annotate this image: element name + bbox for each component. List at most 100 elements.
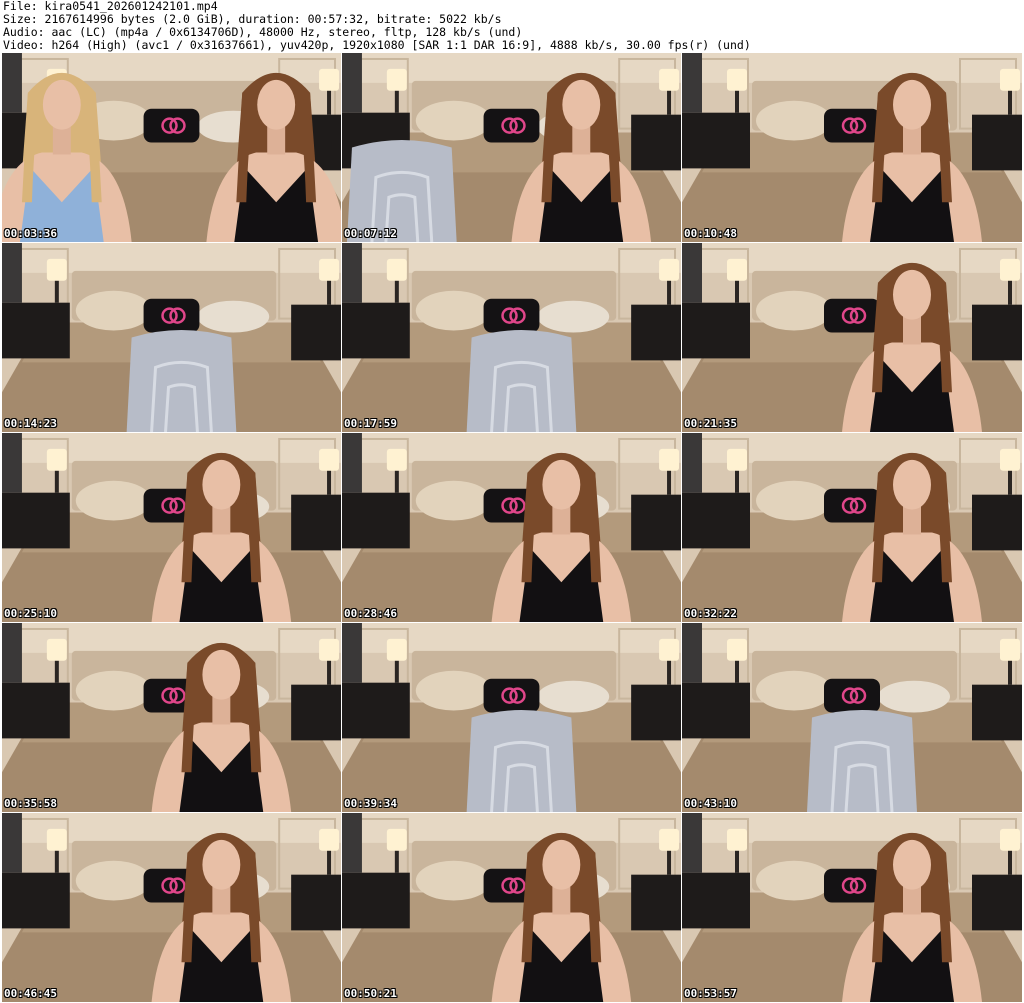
thumbnail-timestamp: 00:46:45 — [4, 987, 57, 1000]
lamp-left — [46, 828, 67, 851]
nightstand-left — [2, 302, 70, 359]
thumbnail-image — [2, 53, 341, 242]
lamp-right-stand — [1008, 280, 1012, 305]
thumbnail-frame[interactable]: 00:03:36 — [2, 53, 341, 242]
lamp-right-stand — [327, 470, 332, 495]
side-shelf — [342, 53, 362, 113]
nightstand-left — [2, 682, 70, 739]
side-shelf — [2, 53, 22, 113]
nightstand-left — [682, 302, 750, 359]
lamp-right — [319, 68, 340, 91]
lamp-right — [659, 258, 680, 281]
thumbnail-frame[interactable]: 00:35:58 — [2, 623, 341, 812]
side-shelf — [342, 433, 362, 493]
thumbnail-image — [342, 433, 681, 622]
thumbnail-image — [682, 243, 1022, 432]
file-size-line: Size: 2167614996 bytes (2.0 GiB), durati… — [3, 13, 502, 26]
thumbnail-frame[interactable]: 00:28:46 — [342, 433, 681, 622]
nightstand-left — [342, 302, 410, 359]
thumbnail-frame[interactable]: 00:50:21 — [342, 813, 681, 1002]
lamp-left — [46, 258, 67, 281]
thumbnail-frame[interactable]: 00:14:23 — [2, 243, 341, 432]
lamp-left — [727, 638, 747, 661]
thumbnail-timestamp: 00:17:59 — [344, 417, 397, 430]
person-blonde-face — [42, 79, 81, 130]
thumbnail-timestamp: 00:07:12 — [344, 227, 397, 240]
thumbnail-image — [2, 433, 341, 622]
pillow-left — [756, 100, 832, 141]
person-face — [562, 79, 601, 130]
lamp-left-stand — [394, 660, 399, 683]
nightstand-left — [342, 492, 410, 549]
thumbnail-frame[interactable]: 00:21:35 — [682, 243, 1022, 432]
person-face — [542, 839, 581, 890]
lamp-right-stand — [667, 850, 672, 875]
lamp-right — [319, 448, 340, 471]
lamp-right — [319, 638, 340, 661]
thumbnail-frame[interactable]: 00:53:57 — [682, 813, 1022, 1002]
thumbnail-image — [2, 243, 341, 432]
person-face — [542, 459, 581, 510]
pillow-left — [415, 480, 492, 521]
nightstand-right — [972, 304, 1022, 361]
pillow-left — [75, 480, 152, 521]
thumbnail-frame[interactable]: 00:39:34 — [342, 623, 681, 812]
thumbnail-frame[interactable]: 00:46:45 — [2, 813, 341, 1002]
thumbnail-frame[interactable]: 00:07:12 — [342, 53, 681, 242]
file-info-header: File: kira0541_202601242101.mp4 Size: 21… — [3, 0, 1021, 52]
lamp-right — [1000, 68, 1020, 91]
chair-back — [807, 710, 917, 812]
pillow-left — [75, 860, 152, 901]
audio-info-line: Audio: aac (LC) (mp4a / 0x6134706D), 480… — [3, 26, 523, 39]
lamp-left — [727, 258, 747, 281]
lamp-left-stand — [394, 470, 399, 493]
thumbnail-timestamp: 00:32:22 — [684, 607, 737, 620]
lamp-right-stand — [667, 470, 672, 495]
side-shelf — [2, 433, 22, 493]
side-shelf — [682, 53, 702, 113]
thumbnail-frame[interactable]: 00:32:22 — [682, 433, 1022, 622]
lamp-left — [46, 448, 67, 471]
lamp-left-stand — [54, 660, 59, 683]
lamp-right — [1000, 828, 1020, 851]
thumbnail-timestamp: 00:39:34 — [344, 797, 397, 810]
thumbnail-timestamp: 00:35:58 — [4, 797, 57, 810]
lamp-left-stand — [394, 90, 399, 113]
lamp-left-stand — [735, 850, 739, 873]
lamp-right — [319, 258, 340, 281]
thumbnail-frame[interactable]: 00:17:59 — [342, 243, 681, 432]
nightstand-left — [342, 872, 410, 929]
thumbnail-frame[interactable]: 00:10:48 — [682, 53, 1022, 242]
nightstand-right — [972, 494, 1022, 551]
thumbnail-image — [342, 623, 681, 812]
side-shelf — [682, 243, 702, 303]
thumbnail-frame[interactable]: 00:43:10 — [682, 623, 1022, 812]
person-face — [893, 459, 931, 510]
nightstand-left — [682, 492, 750, 549]
thumbnail-image — [2, 813, 341, 1002]
person-face — [202, 649, 241, 700]
nightstand-left — [342, 682, 410, 739]
lamp-right-stand — [667, 90, 672, 115]
thumbnail-timestamp: 00:25:10 — [4, 607, 57, 620]
thumbnail-timestamp: 00:53:57 — [684, 987, 737, 1000]
person-face — [893, 79, 931, 130]
pillow-left — [415, 100, 492, 141]
thumbnail-timestamp: 00:10:48 — [684, 227, 737, 240]
thumbnail-frame[interactable]: 00:25:10 — [2, 433, 341, 622]
file-name-line: File: kira0541_202601242101.mp4 — [3, 0, 218, 13]
lamp-right — [1000, 448, 1020, 471]
pillow-right — [878, 680, 950, 713]
lamp-left-stand — [394, 850, 399, 873]
lamp-right-stand — [667, 660, 672, 685]
pillow-left — [756, 290, 832, 331]
nightstand-right — [291, 874, 341, 931]
lamp-right-stand — [667, 280, 672, 305]
lamp-right — [659, 448, 680, 471]
chair-back — [466, 330, 577, 432]
nightstand-left — [682, 872, 750, 929]
lamp-right — [659, 828, 680, 851]
lamp-left — [727, 448, 747, 471]
nightstand-left — [2, 492, 70, 549]
side-shelf — [682, 623, 702, 683]
